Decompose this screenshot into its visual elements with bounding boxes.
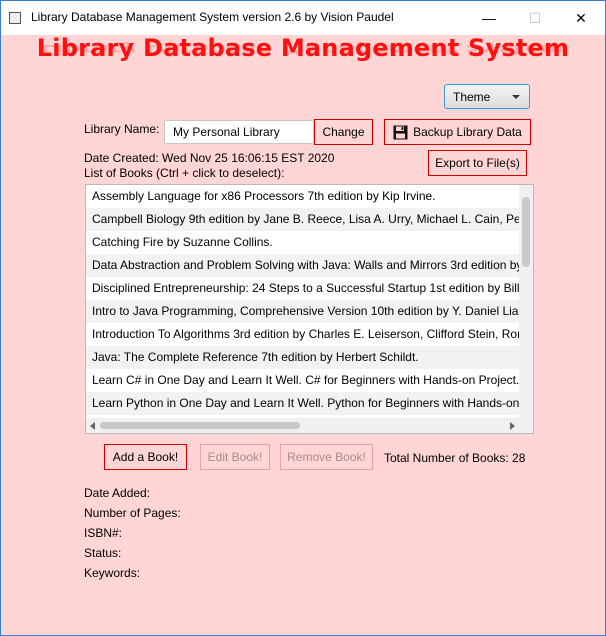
list-item[interactable]: Campbell Biology 9th edition by Jane B. … [86,208,519,231]
date-created: Date Created: Wed Nov 25 16:06:15 EST 20… [84,151,335,165]
edit-book-button[interactable]: Edit Book! [200,444,270,470]
horizontal-scrollbar[interactable] [86,418,533,433]
chevron-down-icon [512,95,520,99]
add-book-button[interactable]: Add a Book! [104,444,187,470]
book-list[interactable]: Assembly Language for x86 Processors 7th… [85,184,534,434]
close-button[interactable]: ✕ [558,1,604,35]
change-button[interactable]: Change [314,119,373,145]
scroll-right-icon[interactable] [510,422,515,430]
page-title-reflection: Library Database Management System [40,41,566,57]
backup-library-button[interactable]: Backup Library Data [384,119,531,145]
list-item[interactable]: Learn Python in One Day and Learn It Wel… [86,392,519,415]
list-item[interactable]: Introduction To Algorithms 3rd edition b… [86,323,519,346]
book-list-label: List of Books (Ctrl + click to deselect)… [84,166,285,180]
list-item[interactable]: Intro to Java Programming, Comprehensive… [86,300,519,323]
library-name-input[interactable]: My Personal Library [164,120,314,144]
list-item[interactable]: Data Abstraction and Problem Solving wit… [86,254,519,277]
app-icon [9,12,21,24]
horizontal-scroll-thumb[interactable] [100,422,300,429]
vertical-scroll-thumb[interactable] [522,197,530,267]
isbn-label: ISBN#: [84,526,123,540]
total-books: Total Number of Books: 28 [384,451,526,465]
save-disk-icon [393,125,408,140]
maximize-button[interactable]: ☐ [512,1,558,35]
title-bar: Library Database Management System versi… [1,1,605,35]
window-title: Library Database Management System versi… [31,10,394,24]
theme-dropdown-label: Theme [453,90,491,104]
backup-library-label: Backup Library Data [413,125,522,139]
status-label: Status: [84,546,122,560]
export-button[interactable]: Export to File(s) [428,150,527,176]
list-item[interactable]: Disciplined Entrepreneurship: 24 Steps t… [86,277,519,300]
scroll-left-icon[interactable] [90,422,95,430]
vertical-scrollbar[interactable] [519,185,533,418]
remove-book-button[interactable]: Remove Book! [280,444,373,470]
date-added-label: Date Added: [84,486,151,500]
library-name-label: Library Name: [84,122,160,136]
list-item[interactable]: Java: The Complete Reference 7th edition… [86,346,519,369]
app-window: Library Database Management System versi… [0,0,606,636]
theme-dropdown[interactable]: Theme [444,84,530,109]
list-item[interactable]: Learn C# in One Day and Learn It Well. C… [86,369,519,392]
list-item[interactable]: Assembly Language for x86 Processors 7th… [86,185,519,208]
list-item[interactable]: Catching Fire by Suzanne Collins. [86,231,519,254]
pages-label: Number of Pages: [84,506,181,520]
keywords-label: Keywords: [84,566,141,580]
minimize-button[interactable]: — [466,1,512,35]
